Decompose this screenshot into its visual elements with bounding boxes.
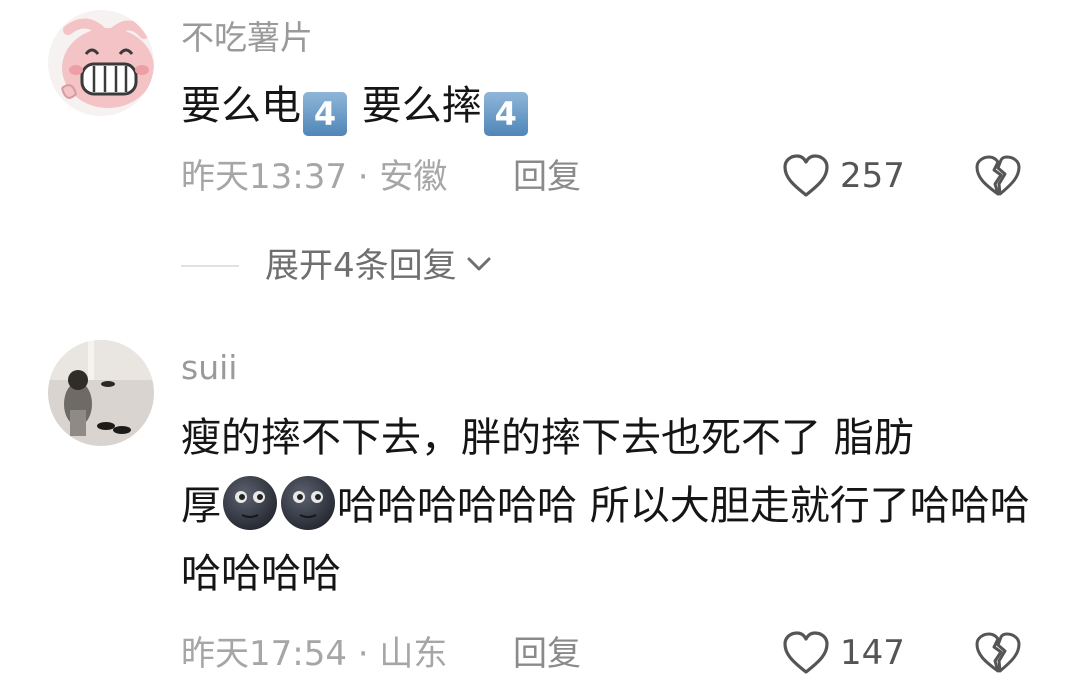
like-count: 147 [840, 633, 905, 673]
heart-outline-icon [782, 630, 830, 676]
broken-heart-icon [974, 631, 1022, 675]
reply-button[interactable]: 回复 [513, 634, 581, 674]
new-moon-face-emoji [280, 475, 336, 531]
comment-item: 不吃薯片 要么电 4 要么摔 4 昨天13:37 · 安徽 回复 257 展开4条回… [0, 0, 1080, 300]
like-count: 257 [840, 156, 905, 196]
broken-heart-icon [974, 154, 1022, 198]
avatar[interactable] [48, 10, 154, 116]
comment-text-part: 瘦的摔不下去，胖的摔下去也死不了 脂肪 [181, 415, 914, 461]
comment-time: 昨天17:54 [181, 634, 347, 674]
comment-text-part: 要么电 [181, 83, 301, 129]
comment-text-part: 要么摔 [349, 83, 482, 129]
expand-replies-button[interactable]: 展开4条回复 [181, 246, 493, 286]
heart-outline-icon [782, 153, 830, 199]
comment-username[interactable]: suii [181, 348, 237, 388]
new-moon-face-emoji [222, 475, 278, 531]
comment-meta: 昨天13:37 · 安徽 [181, 157, 447, 197]
avatar[interactable] [48, 340, 154, 446]
comment-text: 瘦的摔不下去，胖的摔下去也死不了 脂肪厚哈哈哈哈哈哈 所以大胆走就行了哈哈哈哈哈… [181, 404, 1041, 608]
like-button[interactable]: 257 [782, 153, 905, 199]
comment-location: 安徽 [379, 157, 448, 197]
comment-username[interactable]: 不吃薯片 [181, 18, 313, 58]
meta-separator: · [346, 157, 380, 197]
expand-replies-label: 展开4条回复 [265, 246, 457, 286]
comment-location: 山东 [379, 634, 448, 674]
divider [181, 265, 239, 267]
keycap-four-emoji: 4 [303, 92, 347, 136]
comment-item: suii 瘦的摔不下去，胖的摔下去也死不了 脂肪厚哈哈哈哈哈哈 所以大胆走就行了… [0, 300, 1080, 697]
reply-button[interactable]: 回复 [513, 157, 581, 197]
dislike-button[interactable] [974, 154, 1022, 198]
comment-text-part: 厚 [181, 483, 221, 529]
comment-text: 要么电 4 要么摔 4 [181, 72, 1041, 140]
chevron-down-icon [465, 254, 493, 278]
comment-meta: 昨天17:54 · 山东 [181, 634, 447, 674]
keycap-four-emoji: 4 [483, 92, 528, 136]
meta-separator: · [346, 634, 380, 674]
like-button[interactable]: 147 [782, 630, 905, 676]
comment-time: 昨天13:37 [181, 157, 347, 197]
dislike-button[interactable] [974, 631, 1022, 675]
